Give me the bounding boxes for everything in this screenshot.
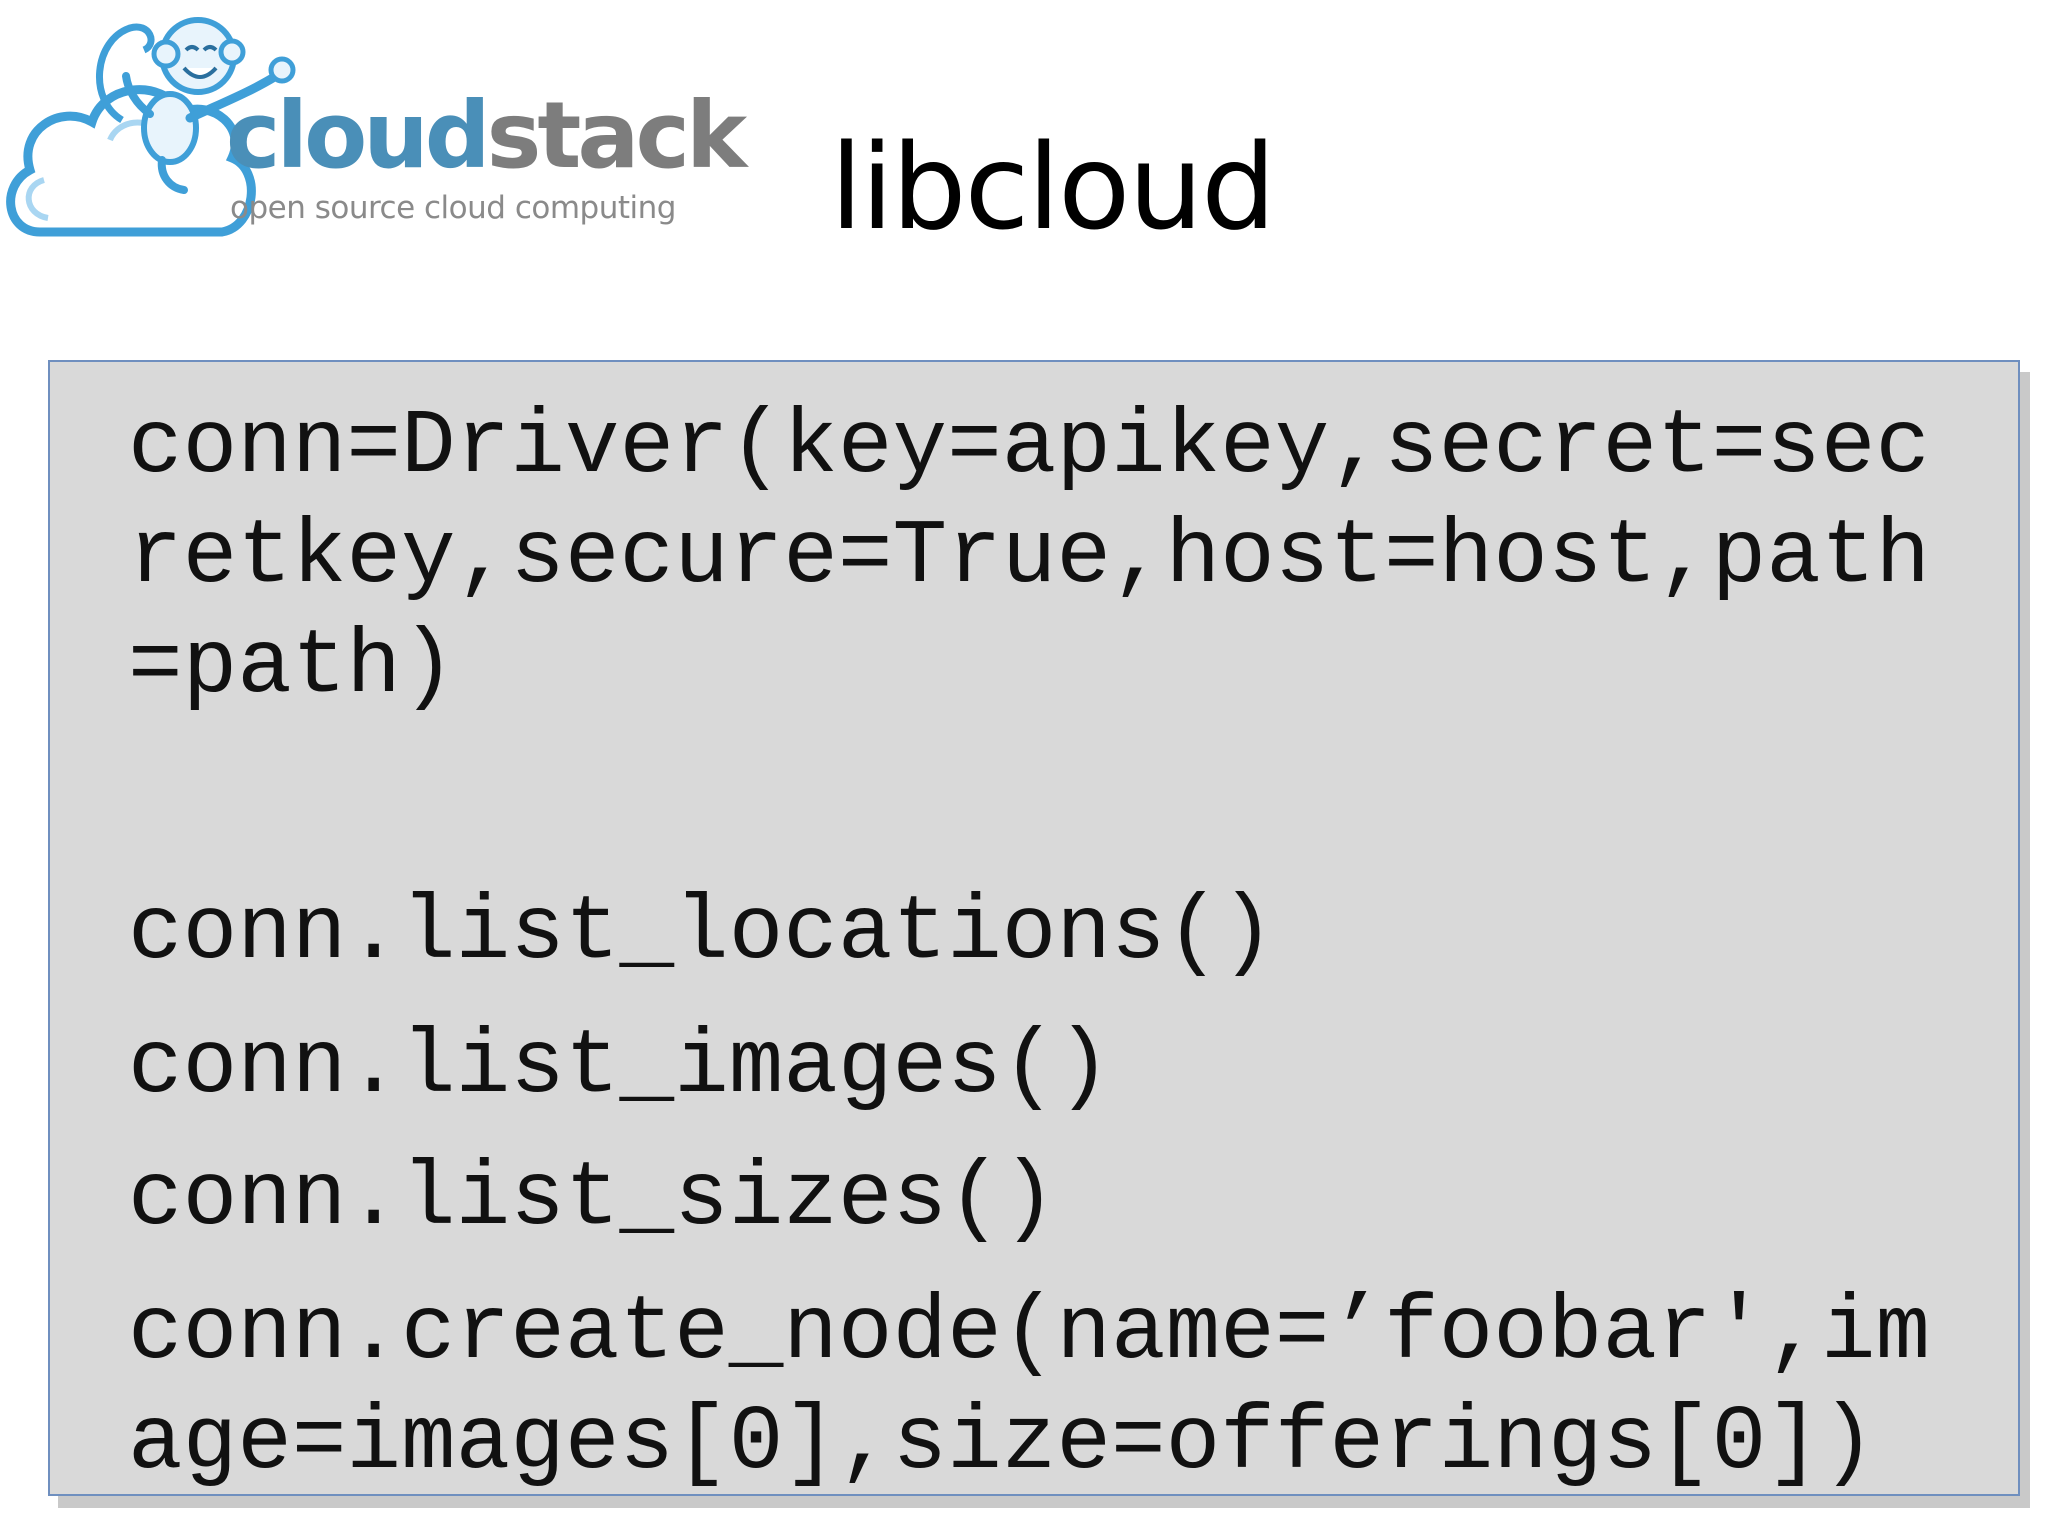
code-line-1: conn=Driver(key=apikey,secret=sec	[128, 396, 1931, 499]
slide-title: libcloud	[830, 118, 1276, 256]
code-line-4: conn.list_locations()	[128, 882, 1275, 985]
code-line-6: conn.list_sizes()	[128, 1148, 1057, 1251]
code-line-8: age=images[0],size=offerings[0])	[128, 1392, 1876, 1495]
code-line-3: =path)	[128, 616, 456, 719]
logo-wordmark-stack: stack	[486, 82, 748, 189]
code-line-7: conn.create_node(name=’foobar',im	[128, 1282, 1931, 1385]
logo-wordmark-cloud: cloud	[226, 82, 491, 189]
code-line-5: conn.list_images()	[128, 1016, 1111, 1119]
code-line-2: retkey,secure=True,host=host,path	[128, 506, 1931, 609]
logo-wordmark: cloudstack	[226, 90, 747, 182]
logo-tagline: open source cloud computing	[230, 190, 676, 226]
code-box: conn=Driver(key=apikey,secret=sec retkey…	[48, 360, 2020, 1496]
cloudstack-logo: cloudstack open source cloud computing	[0, 0, 747, 260]
